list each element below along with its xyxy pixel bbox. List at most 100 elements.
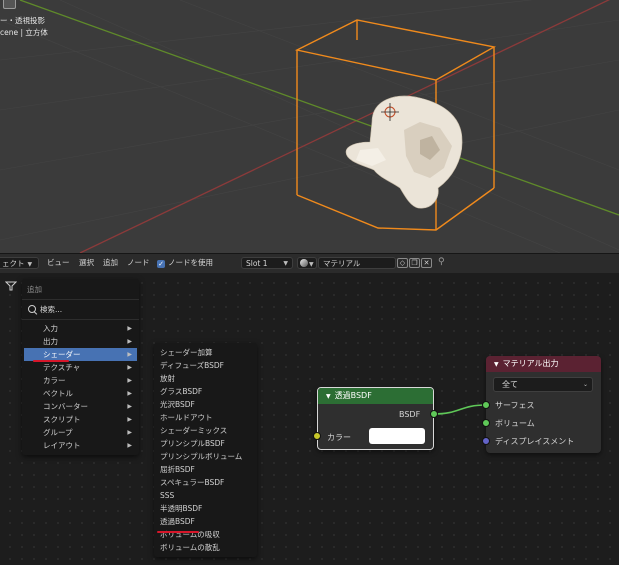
add-menu-item-label: スクリプト: [43, 415, 81, 424]
shader-menu-item[interactable]: シェーダーミックス: [160, 424, 227, 437]
chevron-right-icon: ▶: [127, 429, 132, 436]
duplicate-material-icon[interactable]: ❐: [409, 258, 420, 268]
add-menu-item-label: 出力: [43, 337, 58, 346]
shader-menu-item[interactable]: グラスBSDF: [160, 385, 202, 398]
color-swatch[interactable]: [369, 428, 425, 444]
pin-icon[interactable]: ⚲: [438, 256, 445, 268]
transparent-bsdf-title: 透過BSDF: [334, 391, 372, 400]
displacement-input-socket[interactable]: [482, 437, 490, 445]
filter-icon[interactable]: [5, 280, 17, 292]
add-menu-item[interactable]: グループ ▶: [24, 426, 137, 439]
material-output-title: マテリアル出力: [502, 359, 559, 368]
shader-menu-item[interactable]: 放射: [160, 372, 175, 385]
chevron-right-icon: ▶: [127, 325, 132, 332]
viewport-editor-icon[interactable]: [3, 0, 16, 9]
shader-menu-item[interactable]: 半透明BSDF: [160, 502, 202, 515]
shader-menu-item[interactable]: ホールドアウト: [160, 411, 213, 424]
material-name-field[interactable]: マテリアル: [318, 257, 396, 269]
chevron-right-icon: ▶: [127, 442, 132, 449]
chevron-right-icon: ▶: [127, 351, 132, 358]
add-menu-item[interactable]: スクリプト ▶: [24, 413, 137, 426]
unlink-close-icon[interactable]: ✕: [421, 258, 432, 268]
menu-divider: [22, 319, 139, 320]
chevron-right-icon: ▶: [127, 416, 132, 423]
shader-menu-item[interactable]: 光沢BSDF: [160, 398, 195, 411]
y-axis-line: [19, 0, 619, 216]
shader-menu-item[interactable]: スペキュラーBSDF: [160, 476, 224, 489]
viewport-scene: [0, 0, 619, 253]
add-menu-item[interactable]: コンバーター ▶: [24, 400, 137, 413]
add-menu-item-label: テクスチャ: [43, 363, 81, 372]
viewport-collection-label: cene | 立方体: [0, 28, 48, 37]
use-nodes-toggle[interactable]: ✓ ノードを使用: [157, 257, 213, 269]
add-menu-item[interactable]: テクスチャ ▶: [24, 361, 137, 374]
search-icon: [28, 305, 36, 313]
volume-input-label: ボリューム: [495, 419, 535, 428]
material-name: マテリアル: [323, 259, 361, 268]
volume-input-socket[interactable]: [482, 419, 490, 427]
add-menu-item[interactable]: レイアウト ▶: [24, 439, 137, 452]
bsdf-output-label: BSDF: [399, 410, 421, 419]
chevron-right-icon: ▶: [127, 364, 132, 371]
add-menu-item[interactable]: 出力 ▶: [24, 335, 137, 348]
displacement-input-label: ディスプレイスメント: [495, 437, 575, 446]
fake-user-shield-icon[interactable]: ◇: [397, 258, 408, 268]
menu-add[interactable]: 追加: [103, 257, 118, 269]
add-menu: 追加 検索... 入力 ▶ 出力 ▶ シェーダー ▶ テクスチャ ▶ カラー ▶ ベクトル ▶ コンバー…: [22, 279, 139, 455]
3d-viewport[interactable]: ー・透視投影 cene | 立方体: [0, 0, 619, 253]
suzanne-mesh: [345, 95, 463, 209]
shader-submenu: シェーダー加算 ディフューズBSDF 放射 グラスBSDF 光沢BSDF ホールドアウトシ…: [154, 343, 257, 557]
chevron-down-icon: ▼: [283, 260, 288, 267]
object-mode-label: ェクト: [2, 259, 25, 268]
collapse-chevron-icon[interactable]: ▼: [326, 393, 331, 400]
add-menu-item-label: コンバーター: [43, 402, 88, 411]
add-menu-item-label: 入力: [43, 324, 58, 333]
bsdf-output-socket[interactable]: [430, 410, 438, 418]
output-target-dropdown[interactable]: 全て ⌄: [493, 377, 593, 392]
add-menu-item[interactable]: 入力 ▶: [24, 322, 137, 335]
menu-node[interactable]: ノード: [127, 257, 150, 269]
shader-menu-item[interactable]: SSS: [160, 489, 174, 502]
collapse-chevron-icon[interactable]: ▼: [494, 361, 499, 368]
shader-menu-item[interactable]: ボリュームの散乱: [160, 541, 220, 554]
add-menu-item-label: グループ: [43, 428, 73, 437]
add-menu-item[interactable]: ベクトル ▶: [24, 387, 137, 400]
x-axis-line: [79, 0, 611, 253]
add-menu-item-label: カラー: [43, 376, 66, 385]
add-menu-title: 追加: [27, 285, 42, 294]
chevron-right-icon: ▶: [127, 390, 132, 397]
node-editor-header: ェクト ▼ ビュー 選択 追加 ノード ✓ ノードを使用 Slot 1 ▼ ▼ マテリ…: [0, 253, 619, 274]
color-input-socket[interactable]: [313, 432, 321, 440]
menu-select[interactable]: 選択: [79, 257, 94, 269]
annotation-underline-transparent: [157, 531, 199, 533]
menu-view[interactable]: ビュー: [47, 257, 70, 269]
viewport-view-label: ー・透視投影: [0, 16, 45, 25]
surface-input-label: サーフェス: [495, 401, 535, 410]
object-mode-dropdown[interactable]: ェクト ▼: [0, 257, 39, 269]
shader-menu-item[interactable]: 透過BSDF: [160, 515, 195, 528]
add-menu-item[interactable]: カラー ▶: [24, 374, 137, 387]
chevron-down-icon: ⌄: [582, 381, 588, 388]
slot-label: Slot 1: [246, 259, 268, 268]
add-menu-search[interactable]: 検索...: [28, 304, 62, 315]
material-browse-button[interactable]: ▼: [297, 257, 317, 269]
shader-menu-item[interactable]: プリンシプルボリューム: [160, 450, 242, 463]
chevron-right-icon: ▶: [127, 403, 132, 410]
shader-menu-item[interactable]: 屈折BSDF: [160, 463, 195, 476]
shader-menu-item[interactable]: シェーダー加算: [160, 346, 213, 359]
use-nodes-checkbox[interactable]: ✓: [157, 260, 165, 268]
annotation-underline-shader: [33, 360, 69, 362]
shader-menu-item[interactable]: ボリュームの吸収: [160, 528, 220, 541]
shader-menu-item[interactable]: ディフューズBSDF: [160, 359, 224, 372]
surface-input-socket[interactable]: [482, 401, 490, 409]
shader-menu-item[interactable]: プリンシプルBSDF: [160, 437, 225, 450]
slot-dropdown[interactable]: Slot 1 ▼: [241, 257, 293, 269]
transparent-bsdf-header[interactable]: ▼ 透過BSDF: [318, 388, 433, 404]
output-target-value: 全て: [502, 380, 518, 389]
color-input-label: カラー: [327, 433, 351, 442]
chevron-down-icon: ▼: [27, 261, 33, 268]
material-output-header[interactable]: ▼ マテリアル出力: [486, 356, 601, 372]
menu-divider: [22, 299, 139, 300]
search-label: 検索...: [40, 305, 63, 314]
chevron-right-icon: ▶: [127, 377, 132, 384]
